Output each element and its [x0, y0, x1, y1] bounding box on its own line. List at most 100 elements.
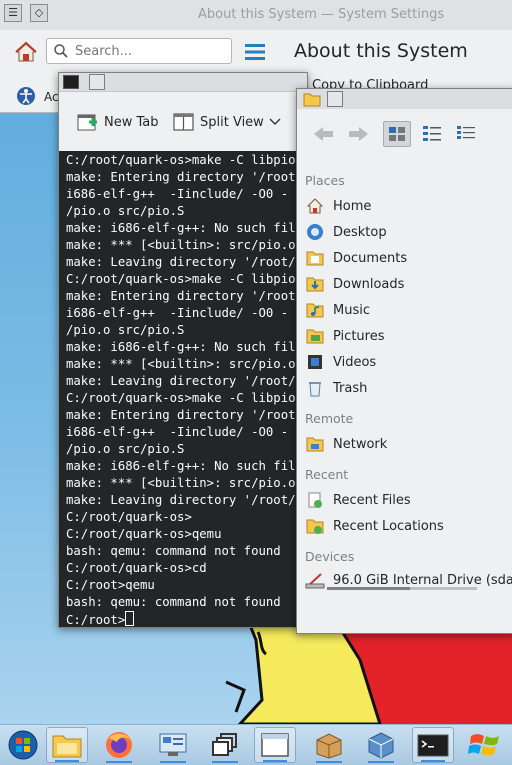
- terminal-line: C:/root>: [66, 611, 307, 627]
- split-view-label: Split View: [200, 114, 264, 130]
- place-network[interactable]: Network: [305, 433, 387, 455]
- terminal-output[interactable]: C:/root/quark-os>make -C libpio make: Ent…: [59, 151, 307, 627]
- terminal-line: make: *** [<builtin>: src/pio.o: [66, 476, 296, 490]
- network-icon: [306, 437, 324, 452]
- terminal-line: make: Leaving directory '/root/: [66, 255, 296, 269]
- taskbar-terminal[interactable]: [412, 727, 454, 763]
- terminal-line: make: Entering directory '/root: [66, 408, 296, 422]
- devices-section-label: Devices: [305, 549, 355, 564]
- window-app-icon: [261, 733, 289, 757]
- terminal-line: /pio.o src/pio.S: [66, 323, 185, 337]
- place-downloads[interactable]: Downloads: [305, 273, 404, 295]
- recent-locations-icon: [306, 519, 324, 534]
- new-tab-button[interactable]: New Tab: [77, 110, 159, 134]
- taskbar-archive-manager[interactable]: [308, 727, 350, 763]
- taskbar-virtualbox[interactable]: [360, 727, 402, 763]
- system-settings-icon: [159, 733, 187, 756]
- split-view-button[interactable]: Split View: [173, 110, 281, 134]
- window-menu-icon[interactable]: ☰: [4, 4, 22, 22]
- pictures-icon: [306, 329, 324, 344]
- terminal-app-icon[interactable]: [63, 75, 79, 89]
- place-music[interactable]: Music: [305, 299, 370, 321]
- taskbar-system-settings[interactable]: [152, 727, 194, 763]
- settings-search-box[interactable]: [46, 38, 232, 64]
- terminal-line: make: Entering directory '/root: [66, 289, 296, 303]
- documents-icon: [306, 251, 324, 266]
- split-view-icon: [173, 113, 194, 131]
- terminal-line: i686-elf-g++ -Iinclude/ -O0 -: [66, 425, 289, 439]
- accessibility-icon: [17, 87, 35, 105]
- pin-icon[interactable]: [327, 91, 343, 107]
- desktop-icon: [307, 224, 323, 240]
- back-arrow-icon[interactable]: [311, 123, 337, 145]
- file-manager-window: Places Home Desktop Documents Downloads …: [296, 88, 512, 634]
- terminal-titlebar[interactable]: [59, 73, 307, 92]
- terminal-line: C:/root/quark-os>make -C libpio: [66, 391, 296, 405]
- firefox-icon: [106, 732, 132, 758]
- terminal-cursor: [125, 611, 135, 626]
- terminal-line: make: i686-elf-g++: No such file: [66, 221, 303, 235]
- drive-usage-fill: [327, 587, 410, 590]
- icons-view-button[interactable]: [383, 121, 411, 147]
- file-manager-toolbar: [297, 115, 512, 155]
- forward-arrow-icon[interactable]: [345, 123, 371, 145]
- place-desktop[interactable]: Desktop: [305, 221, 387, 243]
- terminal-line: make: Entering directory '/root: [66, 170, 296, 184]
- pin-icon[interactable]: ◇: [30, 4, 48, 22]
- place-recent-locations[interactable]: Recent Locations: [305, 515, 444, 537]
- taskbar-window-app[interactable]: [254, 727, 296, 763]
- terminal-line: make: *** [<builtin>: src/pio.o: [66, 357, 296, 371]
- settings-titlebar[interactable]: ☰ ◇ About this System — System Settings: [0, 0, 512, 30]
- place-documents[interactable]: Documents: [305, 247, 407, 269]
- taskbar-virtual-desktops[interactable]: [204, 727, 246, 763]
- place-home[interactable]: Home: [305, 195, 371, 217]
- terminal-line: C:/root/quark-os>: [66, 510, 192, 524]
- terminal-line: make: Leaving directory '/root/: [66, 374, 296, 388]
- virtual-desktops-icon: [212, 733, 237, 756]
- taskbar-firefox[interactable]: [98, 727, 140, 763]
- terminal-line: bash: qemu: command not found: [66, 595, 281, 609]
- downloads-icon: [306, 277, 324, 292]
- place-pictures[interactable]: Pictures: [305, 325, 384, 347]
- terminal-line: make: i686-elf-g++: No such file: [66, 340, 303, 354]
- start-menu-button[interactable]: [2, 727, 44, 763]
- chevron-down-icon[interactable]: [269, 117, 281, 127]
- place-recent-files[interactable]: Recent Files: [305, 489, 411, 511]
- terminal-line: i686-elf-g++ -Iinclude/ -O0 -: [66, 187, 289, 201]
- search-input[interactable]: [73, 43, 227, 60]
- file-manager-titlebar[interactable]: [297, 89, 512, 109]
- terminal-line: make: i686-elf-g++: No such file: [66, 459, 303, 473]
- compact-view-button[interactable]: [419, 121, 447, 147]
- home-icon: [306, 198, 324, 214]
- details-view-icon: [457, 126, 475, 139]
- terminal-line: make: *** [<builtin>: src/pio.o: [66, 238, 296, 252]
- terminal-line: i686-elf-g++ -Iinclude/ -O0 -: [66, 306, 289, 320]
- terminal-toolbar: New Tab Split View: [59, 92, 307, 150]
- terminal-line: C:/root/quark-os>cd: [66, 561, 207, 575]
- hard-drive-icon: [305, 573, 325, 589]
- remote-section-label: Remote: [305, 411, 354, 426]
- place-videos[interactable]: Videos: [305, 351, 376, 373]
- terminal-line: /pio.o src/pio.S: [66, 442, 185, 456]
- details-view-button[interactable]: [453, 121, 481, 147]
- archive-manager-icon: [316, 733, 342, 759]
- search-icon: [54, 44, 68, 58]
- icons-view-icon: [389, 127, 405, 141]
- terminal-line: C:/root/quark-os>qemu: [66, 527, 222, 541]
- recent-files-icon: [308, 492, 322, 508]
- compact-view-icon: [423, 126, 441, 141]
- hamburger-menu-icon[interactable]: [244, 42, 266, 62]
- pin-icon[interactable]: [89, 74, 105, 90]
- music-icon: [306, 303, 324, 318]
- trash-icon: [309, 382, 321, 397]
- home-icon[interactable]: [14, 40, 38, 64]
- terminal-icon: [417, 734, 449, 757]
- place-trash[interactable]: Trash: [305, 377, 367, 399]
- folder-icon[interactable]: [303, 91, 321, 107]
- taskbar-windows-logo[interactable]: [464, 727, 506, 763]
- settings-window-title: About this System — System Settings: [198, 7, 445, 22]
- new-tab-label: New Tab: [104, 114, 159, 130]
- taskbar-file-manager[interactable]: [46, 727, 88, 763]
- terminal-line: C:/root>qemu: [66, 578, 155, 592]
- places-section-label: Places: [305, 173, 345, 188]
